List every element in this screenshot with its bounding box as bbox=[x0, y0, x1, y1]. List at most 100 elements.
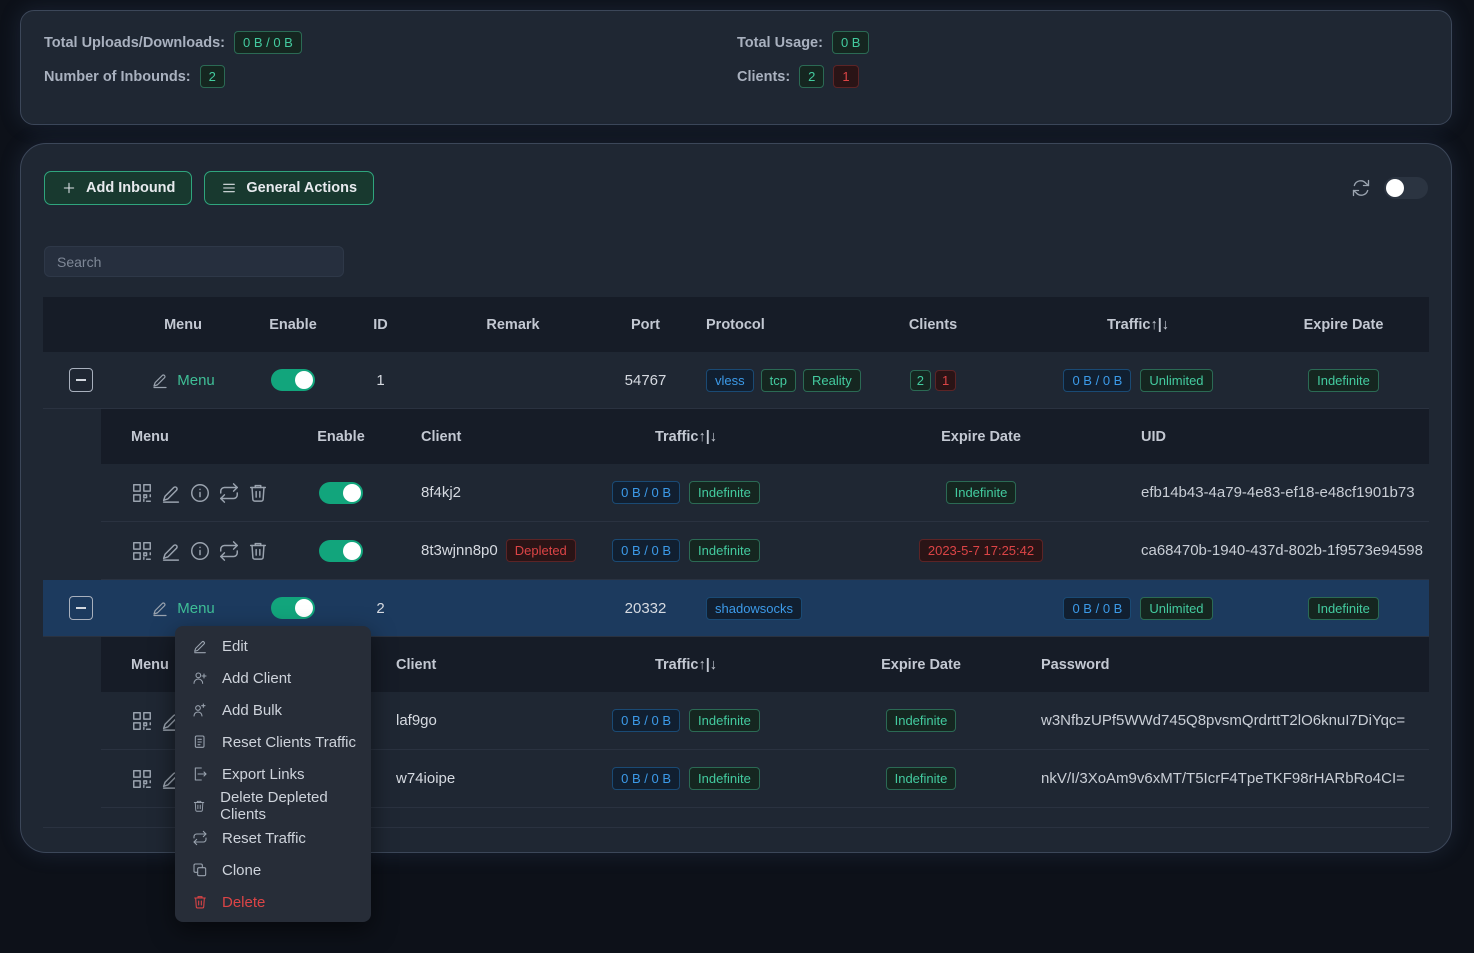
client-info-button[interactable] bbox=[189, 482, 211, 504]
traffic-cell: 0 B / 0 B Unlimited bbox=[1018, 597, 1258, 620]
stat-label: Total Uploads/Downloads: bbox=[44, 35, 225, 51]
traffic-limit-tag: Indefinite bbox=[689, 539, 760, 562]
delete-client-button[interactable] bbox=[247, 540, 269, 562]
client-name: 8f4kj2 bbox=[391, 484, 551, 501]
add-inbound-label: Add Inbound bbox=[86, 180, 175, 196]
qr-code-button[interactable] bbox=[131, 540, 153, 562]
traffic-tag: 0 B / 0 B bbox=[1063, 369, 1131, 392]
stat-value-tag: 2 bbox=[200, 65, 225, 88]
menu-item-label: Reset Clients Traffic bbox=[222, 734, 356, 751]
info-icon bbox=[189, 540, 211, 562]
stats-column-right: Total Usage: 0 B Clients: 2 1 bbox=[737, 31, 869, 88]
col-header-client: Client bbox=[391, 429, 551, 445]
col-header-port: Port bbox=[603, 317, 688, 333]
qr-code-button[interactable] bbox=[131, 482, 153, 504]
client-info-button[interactable] bbox=[189, 540, 211, 562]
menu-item-export-links[interactable]: Export Links bbox=[175, 758, 371, 790]
general-actions-button[interactable]: General Actions bbox=[204, 171, 374, 205]
enable-cell bbox=[248, 597, 338, 619]
reset-client-traffic-button[interactable] bbox=[218, 482, 240, 504]
menu-item-add-client[interactable]: Add Client bbox=[175, 662, 371, 694]
protocol-tag: shadowsocks bbox=[706, 597, 802, 620]
inbound-menu-button[interactable]: Menu bbox=[151, 599, 215, 617]
delete-client-button[interactable] bbox=[247, 482, 269, 504]
qrcode-icon bbox=[131, 540, 153, 562]
expire-cell: Indefinite bbox=[821, 481, 1141, 504]
collapse-row-button[interactable] bbox=[69, 596, 93, 620]
menu-item-delete[interactable]: Delete bbox=[175, 886, 371, 918]
collapse-row-button[interactable] bbox=[69, 368, 93, 392]
client-enable-toggle[interactable] bbox=[319, 482, 363, 504]
stat-clients: Clients: 2 1 bbox=[737, 65, 869, 88]
add-inbound-button[interactable]: Add Inbound bbox=[44, 171, 192, 205]
enable-toggle[interactable] bbox=[271, 369, 315, 391]
enable-cell bbox=[248, 369, 338, 391]
expire-tag: Indefinite bbox=[946, 481, 1017, 504]
client-actions bbox=[101, 540, 291, 562]
minus-icon bbox=[76, 607, 86, 609]
col-header-expire-date: Expire Date bbox=[821, 429, 1141, 445]
menu-item-reset-clients-traffic[interactable]: Reset Clients Traffic bbox=[175, 726, 371, 758]
col-header-remark: Remark bbox=[423, 317, 603, 333]
reset-client-traffic-button[interactable] bbox=[218, 540, 240, 562]
inbound-context-menu: Edit Add Client Add Bulk Reset Clients T… bbox=[175, 626, 371, 922]
inbounds-page: Total Uploads/Downloads: 0 B / 0 B Numbe… bbox=[0, 0, 1474, 953]
menu-item-edit[interactable]: Edit bbox=[175, 630, 371, 662]
menu-item-clone[interactable]: Clone bbox=[175, 854, 371, 886]
hamburger-icon bbox=[221, 180, 237, 196]
trash-icon bbox=[247, 482, 269, 504]
col-header-password: Password bbox=[1041, 657, 1429, 673]
qr-code-button[interactable] bbox=[131, 768, 153, 790]
menu-item-delete-depleted-clients[interactable]: Delete Depleted Clients bbox=[175, 790, 371, 822]
client-name: w74ioipe bbox=[381, 770, 571, 787]
qrcode-icon bbox=[131, 482, 153, 504]
client-actions bbox=[101, 482, 291, 504]
toggle-knob bbox=[343, 484, 361, 502]
expire-tag: Indefinite bbox=[886, 709, 957, 732]
transport-tag: tcp bbox=[761, 369, 796, 392]
expire-tag: Indefinite bbox=[1308, 597, 1379, 620]
menu-item-reset-traffic[interactable]: Reset Traffic bbox=[175, 822, 371, 854]
enable-toggle[interactable] bbox=[271, 597, 315, 619]
edit-client-button[interactable] bbox=[160, 482, 182, 504]
toggle-knob bbox=[1386, 179, 1404, 197]
copy-icon bbox=[192, 862, 208, 878]
client-name-cell: 8t3wjnn8p0 Depleted bbox=[391, 539, 551, 562]
stat-label: Number of Inbounds: bbox=[44, 69, 191, 85]
expire-tag: Indefinite bbox=[886, 767, 957, 790]
export-icon bbox=[192, 766, 208, 782]
users-plus-icon bbox=[192, 702, 208, 718]
menu-item-label: Edit bbox=[222, 638, 248, 655]
menu-cell: Menu bbox=[118, 371, 248, 389]
client-uid: ca68470b-1940-437d-802b-1f9573e94598 bbox=[1141, 542, 1429, 559]
col-header-traffic[interactable]: Traffic↑|↓ bbox=[571, 657, 801, 673]
toggle-knob bbox=[343, 542, 361, 560]
col-header-protocol: Protocol bbox=[688, 317, 848, 333]
clients-table-header: Menu Enable Client Traffic↑|↓ Expire Dat… bbox=[101, 409, 1429, 464]
col-header-enable: Enable bbox=[248, 317, 338, 333]
toggle-knob bbox=[295, 599, 313, 617]
inbound-menu-button[interactable]: Menu bbox=[151, 371, 215, 389]
menu-item-label: Clone bbox=[222, 862, 261, 879]
edit-client-button[interactable] bbox=[160, 540, 182, 562]
id-cell: 2 bbox=[338, 600, 423, 617]
client-enable-toggle[interactable] bbox=[319, 540, 363, 562]
col-header-traffic[interactable]: Traffic↑|↓ bbox=[551, 429, 821, 445]
search-input[interactable] bbox=[44, 246, 344, 277]
col-header-clients: Clients bbox=[848, 317, 1018, 333]
expire-cell: Indefinite bbox=[1258, 369, 1429, 392]
pencil-icon bbox=[192, 638, 208, 654]
trash-icon bbox=[247, 540, 269, 562]
stat-value-tag: 0 B / 0 B bbox=[234, 31, 302, 54]
dark-mode-toggle[interactable] bbox=[1384, 177, 1428, 199]
qr-code-button[interactable] bbox=[131, 710, 153, 732]
refresh-icon[interactable] bbox=[1351, 178, 1371, 198]
traffic-tag: 0 B / 0 B bbox=[612, 767, 680, 790]
stat-label: Clients: bbox=[737, 69, 790, 85]
user-plus-icon bbox=[192, 670, 208, 686]
col-header-traffic[interactable]: Traffic↑|↓ bbox=[1018, 317, 1258, 333]
col-header-expire-date: Expire Date bbox=[801, 657, 1041, 673]
clients-cell: 2 1 bbox=[848, 370, 1018, 391]
expand-cell bbox=[43, 368, 118, 392]
menu-item-add-bulk[interactable]: Add Bulk bbox=[175, 694, 371, 726]
